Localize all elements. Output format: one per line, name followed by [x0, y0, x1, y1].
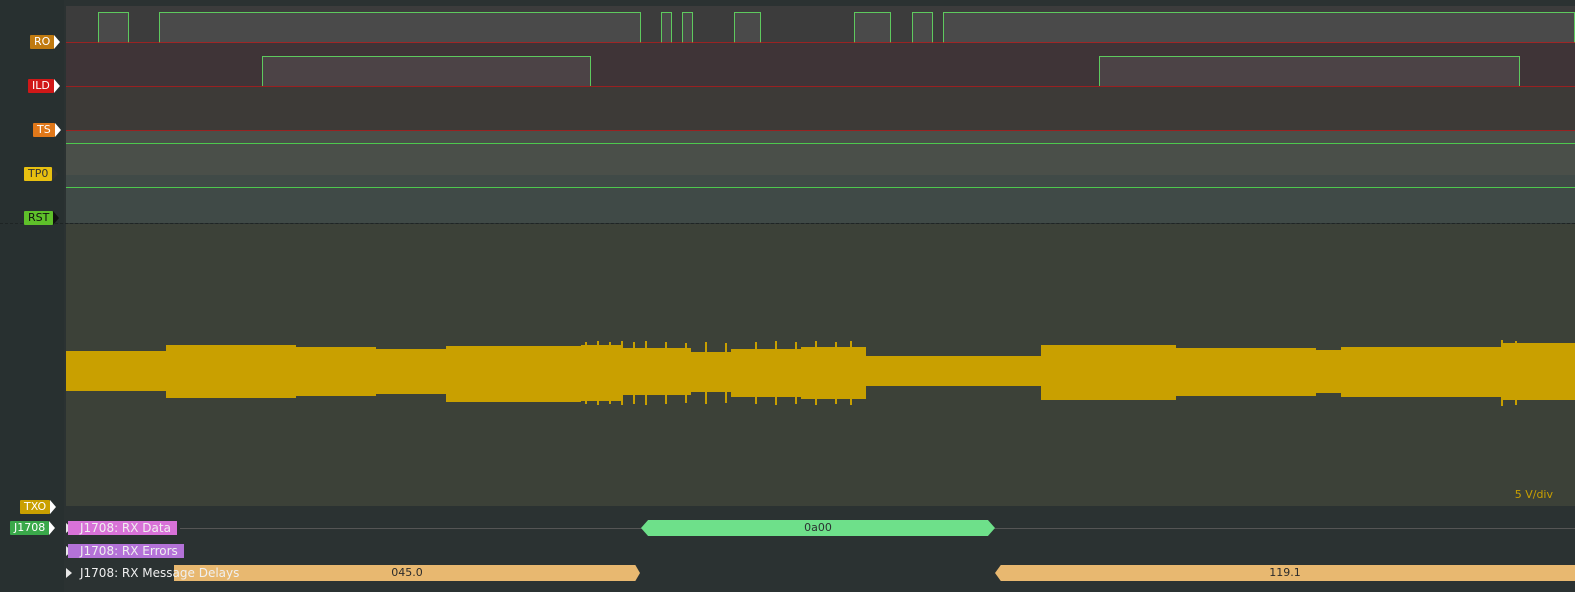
ro-pulse: [98, 12, 129, 43]
rst-high-line: [66, 187, 1575, 188]
channel-tag-ild[interactable]: ILD: [28, 79, 60, 93]
ro-pulse: [912, 12, 933, 43]
ild-pulse: [1099, 56, 1520, 86]
analog-waveform: [66, 340, 1575, 406]
channel-tag-j1708[interactable]: J1708: [10, 521, 56, 535]
channel-tag-ro[interactable]: RO: [30, 35, 61, 49]
channel-tag-ts[interactable]: TS: [33, 123, 61, 137]
lane-rst: [66, 175, 1575, 223]
message-delay-value[interactable]: 119.1: [995, 565, 1575, 581]
ro-pulse: [854, 12, 891, 43]
tp0-high-line: [66, 143, 1575, 144]
ild-pulse: [262, 56, 591, 86]
decoder-label-rx-data[interactable]: J1708: RX Data: [68, 521, 177, 535]
lane-tp0: [66, 131, 1575, 175]
ro-pulse: [159, 12, 641, 43]
ild-low-line: [66, 86, 1575, 87]
ts-low-line: [66, 130, 1575, 131]
channel-tag-tp0[interactable]: TP0: [24, 167, 59, 181]
channel-tag-txo[interactable]: TXO: [20, 500, 57, 514]
ro-low-line: [66, 42, 1575, 43]
rx-data-value[interactable]: 0a00: [641, 520, 995, 536]
lane-ts: [66, 87, 1575, 131]
ro-pulse: [661, 12, 672, 43]
ro-pulse: [734, 12, 761, 43]
ro-pulse: [682, 12, 693, 43]
decoder-label-rx-errors[interactable]: J1708: RX Errors: [68, 544, 184, 558]
decoder-label-rx-message-delays[interactable]: J1708: RX Message Delays: [68, 566, 245, 580]
volts-per-div-label: 5 V/div: [1514, 488, 1553, 501]
channel-tag-rst[interactable]: RST: [24, 211, 60, 225]
ro-pulse: [943, 12, 1575, 43]
